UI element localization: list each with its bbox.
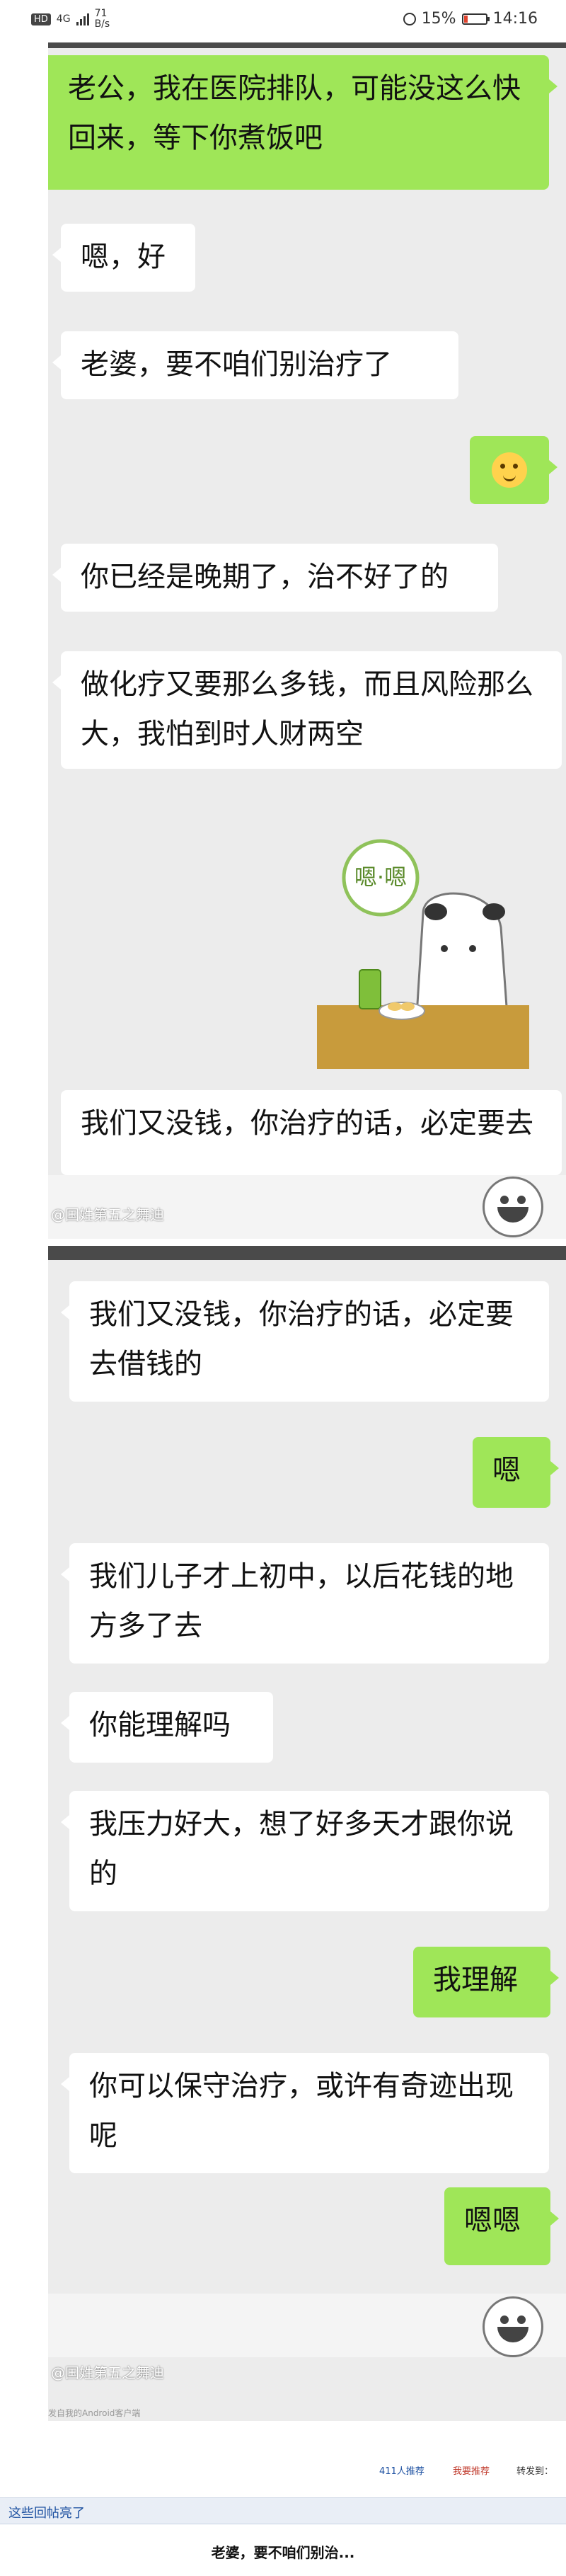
chat-screenshot-2: 我们又没钱，你治疗的话，必定要去借钱的 嗯 我们儿子才上初中，以后花钱的地方多了…: [48, 1246, 566, 2421]
signal-icon: [76, 13, 89, 25]
chat-input-bar: [48, 2294, 566, 2357]
message-bubble: 嗯，好: [52, 224, 195, 292]
chat-screenshot-1: 老公，我在医院排队，可能没这么快回来，等下你煮饭吧 嗯，好 老婆，要不咱们别治疗…: [48, 42, 566, 1239]
watermark: @国姓第五之舞迪: [51, 1206, 164, 1223]
sticker-text: 嗯·嗯: [354, 864, 407, 891]
message-bubble: 老公，我在医院排队，可能没这么快回来，等下你煮饭吧: [48, 55, 558, 190]
message-bubble: 我们儿子才上初中，以后花钱的地方多了去: [61, 1543, 549, 1664]
footer-title: 老婆，要不咱们别治...: [211, 2544, 355, 2561]
panda-sticker: 嗯·嗯: [317, 839, 529, 1069]
clock: 14:16: [492, 10, 538, 28]
alarm-icon: [403, 12, 416, 25]
reply-banner[interactable]: 这些回帖亮了: [0, 2497, 566, 2524]
message-bubble: 老婆，要不咱们别治疗了: [52, 331, 458, 399]
message-bubble: 你可以保守治疗，或许有奇迹出现呢: [61, 2053, 549, 2173]
watermark: @国姓第五之舞迪: [51, 2364, 164, 2381]
net-speed-unit: B/s: [94, 18, 110, 30]
message-bubble: 我理解: [413, 1947, 559, 2017]
recommend-link[interactable]: 我要推荐: [453, 2463, 490, 2477]
status-bar: HD 4G 71 B/s 15% 14:16: [0, 0, 566, 42]
network-label: 4G: [56, 13, 71, 25]
status-right: 15% 14:16: [403, 10, 538, 28]
battery-icon: [461, 13, 490, 25]
emoji-button[interactable]: [483, 1177, 543, 1237]
hd-badge: HD: [31, 13, 51, 25]
message-bubble: 嗯: [473, 1437, 559, 1508]
message-bubble: 我们又没钱，你治疗的话，必定要去借钱的: [61, 1281, 549, 1402]
emoji-message-bubble: [470, 436, 558, 504]
views-count: 411人推荐: [379, 2466, 424, 2477]
emoji-button[interactable]: [483, 2296, 543, 2357]
reply-banner-label: 这些回帖亮了: [8, 2506, 85, 2521]
battery-percent: 15%: [421, 10, 456, 28]
source-line: 发自我的Android客户端: [48, 2408, 141, 2418]
message-bubble: 我压力好大，想了好多天才跟你说的: [61, 1791, 549, 1911]
panel-top-band: [48, 1246, 566, 1260]
status-left: HD 4G 71 B/s: [31, 8, 110, 30]
message-bubble: 做化疗又要那么多钱，而且风险那么大，我怕到时人财两空: [52, 651, 562, 769]
blush-emoji-icon: [492, 452, 527, 488]
message-bubble: 你已经是晚期了，治不好了的: [52, 544, 498, 612]
net-speed: 71 B/s: [95, 8, 110, 30]
net-speed-value: 71: [94, 8, 108, 19]
message-bubble: 嗯嗯: [444, 2187, 559, 2265]
panel-top-band: [48, 42, 566, 48]
message-bubble: 我们又没钱，你治疗的话，必定要去: [61, 1090, 562, 1175]
message-bubble: 你能理解吗: [61, 1692, 273, 1763]
share-label: 转发到：: [516, 2466, 554, 2477]
